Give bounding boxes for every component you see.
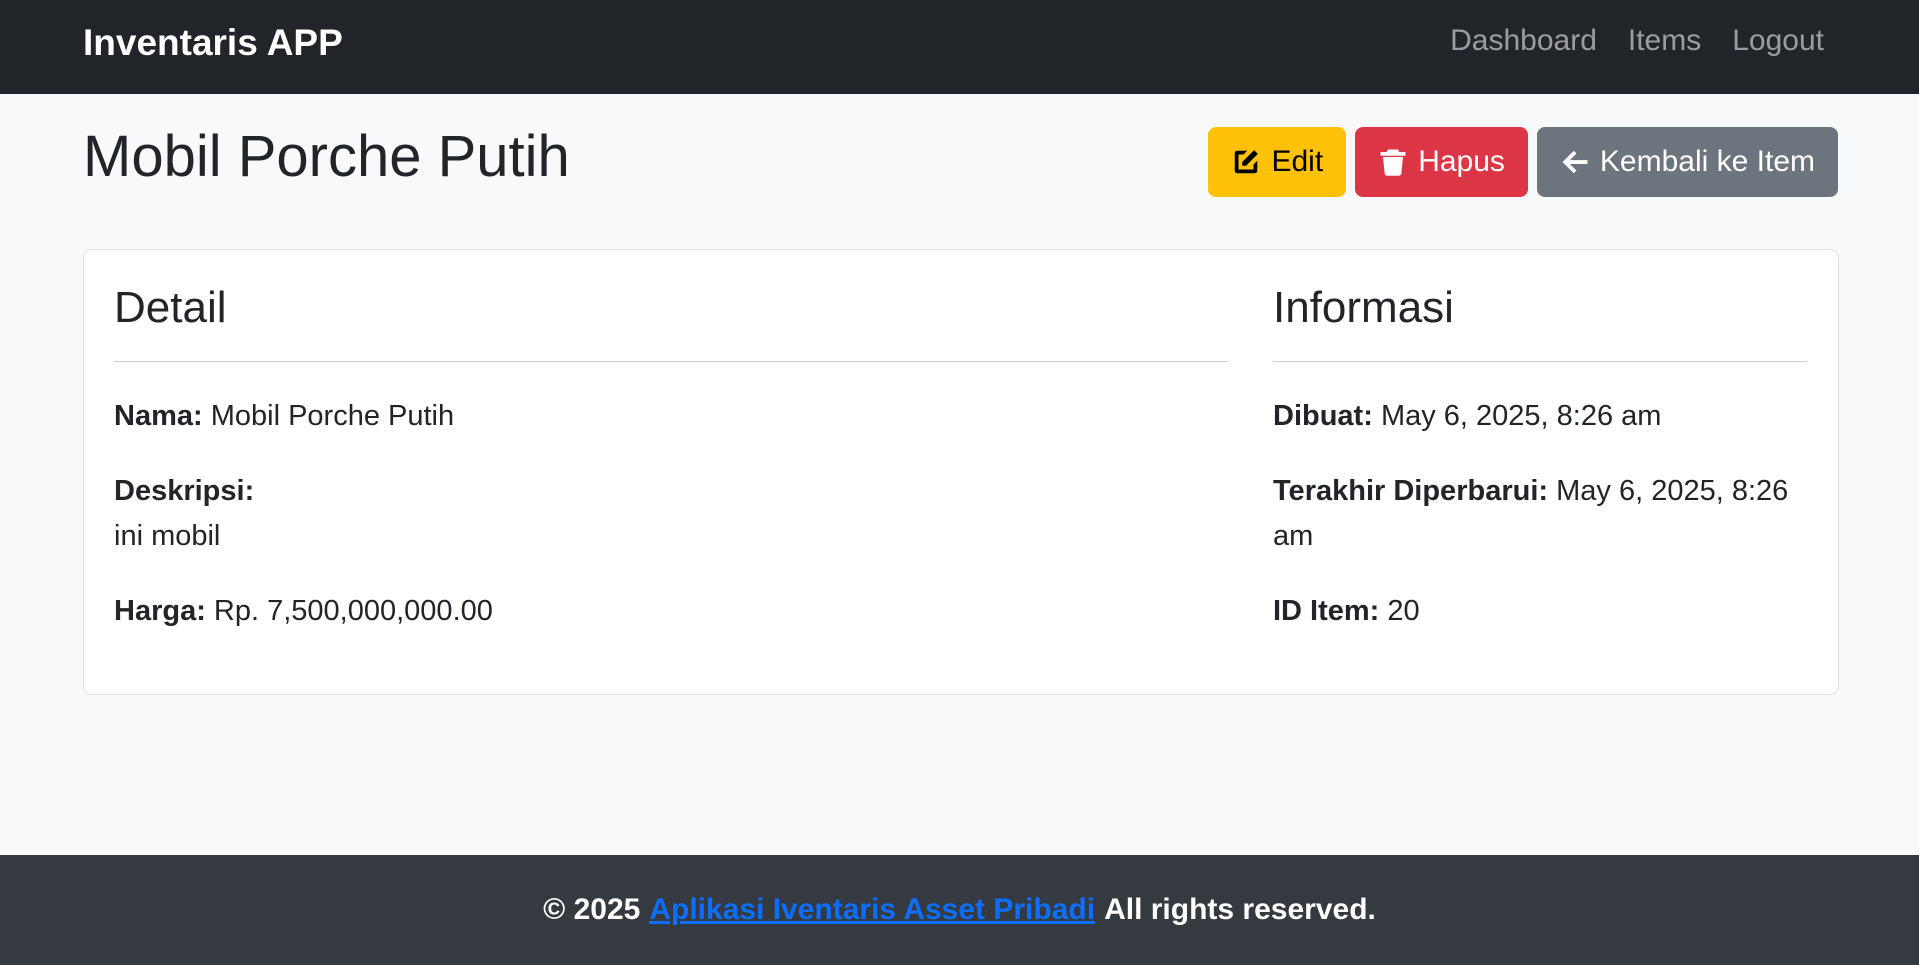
navbar: Inventaris APP Dashboard Items Logout [0, 0, 1919, 94]
description-field: Deskripsi: ini mobil [114, 469, 1228, 559]
info-heading: Informasi [1273, 283, 1807, 362]
edit-icon [1235, 150, 1259, 174]
footer-copyright: © 2025 [543, 893, 641, 926]
price-label: Harga: [114, 595, 206, 627]
description-value: ini mobil [114, 520, 221, 552]
created-value: May 6, 2025, 8:26 am [1380, 400, 1662, 432]
description-label: Deskripsi: [114, 475, 255, 507]
name-label: Nama: [114, 400, 203, 432]
updated-label: Terakhir Diperbarui: [1273, 475, 1549, 507]
nav-link-dashboard[interactable]: Dashboard [1450, 24, 1597, 58]
arrow-left-icon [1562, 150, 1588, 174]
detail-section: Detail Nama: Mobil Porche Putih Deskrips… [114, 250, 1228, 634]
edit-button-label: Edit [1271, 145, 1324, 178]
edit-button[interactable]: Edit [1208, 127, 1347, 197]
back-button-label: Kembali ke Item [1599, 145, 1815, 178]
id-label: ID Item: [1273, 595, 1380, 627]
page-title: Mobil Porche Putih [83, 124, 570, 189]
delete-button-label: Hapus [1418, 145, 1505, 178]
nav-links: Dashboard Items Logout [1450, 24, 1824, 58]
name-field: Nama: Mobil Porche Putih [114, 394, 1228, 439]
item-card: Detail Nama: Mobil Porche Putih Deskrips… [83, 249, 1839, 695]
price-value: Rp. 7,500,000,000.00 [213, 595, 493, 627]
name-value: Mobil Porche Putih [210, 400, 455, 432]
footer-app-link[interactable]: Aplikasi Iventaris Asset Pribadi [649, 893, 1095, 927]
price-field: Harga: Rp. 7,500,000,000.00 [114, 589, 1228, 634]
id-value: 20 [1387, 595, 1420, 627]
navbar-brand[interactable]: Inventaris APP [83, 22, 343, 64]
info-section: Informasi Dibuat: May 6, 2025, 8:26 am T… [1273, 250, 1807, 634]
delete-button[interactable]: Hapus [1355, 127, 1528, 197]
nav-link-items[interactable]: Items [1628, 24, 1701, 58]
back-button[interactable]: Kembali ke Item [1536, 127, 1838, 197]
trash-icon [1380, 149, 1406, 176]
created-field: Dibuat: May 6, 2025, 8:26 am [1273, 394, 1807, 439]
updated-field: Terakhir Diperbarui: May 6, 2025, 8:26 a… [1273, 469, 1807, 559]
created-label: Dibuat: [1273, 400, 1373, 432]
id-field: ID Item: 20 [1273, 589, 1807, 634]
nav-link-logout[interactable]: Logout [1732, 24, 1824, 58]
footer: © 2025 Aplikasi Iventaris Asset Pribadi … [0, 855, 1919, 965]
footer-rights: All rights reserved. [1104, 893, 1376, 926]
detail-heading: Detail [114, 283, 1228, 362]
action-buttons: Edit Hapus Kembali ke Item [1208, 127, 1838, 197]
